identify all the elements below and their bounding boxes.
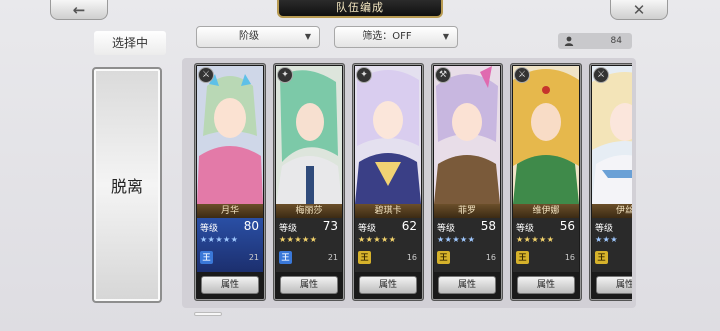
- character-card[interactable]: ⚒ 菲罗 等级 58 ★★★★★ 王 16 属性: [431, 63, 503, 301]
- character-name: 菲罗: [434, 204, 500, 218]
- card-list: ⚔ 月华 等级 80 ★★★★★ 王 21 属性 ✦ 梅丽莎 等级 73 ★★★…: [194, 63, 632, 303]
- level-label: 等级: [595, 224, 614, 234]
- character-portrait: [355, 66, 421, 204]
- close-icon: ✕: [632, 0, 646, 19]
- stats-panel: 等级 58 ★★★★★ 王 16: [434, 218, 500, 272]
- character-card[interactable]: ⚔ 月华 等级 80 ★★★★★ 王 21 属性: [194, 63, 266, 301]
- level-value: 58: [480, 219, 496, 233]
- attribute-button[interactable]: 属性: [359, 276, 417, 294]
- class-icon: 王: [358, 251, 371, 264]
- character-card[interactable]: ✦ 梅丽莎 等级 73 ★★★★★ 王 21 属性: [273, 63, 345, 301]
- weapon-icon: ✦: [277, 67, 293, 83]
- arrow-left-icon: ←: [72, 0, 86, 19]
- character-name: 梅丽莎: [276, 204, 342, 218]
- cost-value: 16: [406, 253, 417, 262]
- cost-value: 16: [564, 253, 575, 262]
- user-icon: [564, 36, 574, 46]
- filter-dropdown[interactable]: 筛选：OFF ▼: [334, 26, 458, 48]
- level-label: 等级: [437, 224, 456, 234]
- weapon-icon: ✦: [356, 67, 372, 83]
- level-label: 等级: [279, 224, 298, 234]
- character-name: 月华: [197, 204, 263, 218]
- filter-dropdown-label: 筛选：OFF: [362, 31, 412, 42]
- rank-dropdown-label: 阶级: [239, 31, 259, 42]
- weapon-icon: ⚔: [198, 67, 214, 83]
- stats-panel: 等级 ★★★ 王: [592, 218, 632, 272]
- character-card[interactable]: ✦ 碧琪卡 等级 62 ★★★★★ 王 16 属性: [352, 63, 424, 301]
- stats-panel: 等级 80 ★★★★★ 王 21: [197, 218, 263, 272]
- character-card[interactable]: ⚔ 伊丝 等级 ★★★ 王 属性: [589, 63, 632, 301]
- attribute-button[interactable]: 属性: [438, 276, 496, 294]
- level-value: 80: [243, 219, 259, 233]
- page-title: 队伍编成: [277, 0, 443, 18]
- character-name: 碧琪卡: [355, 204, 421, 218]
- stats-panel: 等级 73 ★★★★★ 王 21: [276, 218, 342, 272]
- level-value: 62: [401, 219, 417, 233]
- cost-value: 21: [327, 253, 338, 262]
- chevron-down-icon: ▼: [442, 32, 449, 41]
- rarity-stars: ★★★★★: [516, 235, 555, 244]
- character-portrait: [197, 66, 263, 204]
- class-icon: 王: [595, 251, 608, 264]
- character-portrait: [513, 66, 579, 204]
- character-card[interactable]: ⚔ 维伊娜 等级 56 ★★★★★ 王 16 属性: [510, 63, 582, 301]
- stats-panel: 等级 62 ★★★★★ 王 16: [355, 218, 421, 272]
- back-button[interactable]: ←: [50, 0, 108, 20]
- class-icon: 王: [516, 251, 529, 264]
- attribute-button[interactable]: 属性: [596, 276, 632, 294]
- weapon-icon: ⚔: [514, 67, 530, 83]
- level-value: 73: [322, 219, 338, 233]
- rarity-stars: ★★★★★: [358, 235, 397, 244]
- character-name: 维伊娜: [513, 204, 579, 218]
- close-button[interactable]: ✕: [610, 0, 668, 20]
- character-name: 伊丝: [592, 204, 632, 218]
- attribute-button[interactable]: 属性: [201, 276, 259, 294]
- unit-count: 84: [610, 36, 622, 46]
- class-icon: 王: [279, 251, 292, 264]
- rarity-stars: ★★★: [595, 235, 619, 244]
- class-icon: 王: [437, 251, 450, 264]
- chevron-down-icon: ▼: [304, 32, 311, 41]
- rarity-stars: ★★★★★: [200, 235, 239, 244]
- weapon-icon: ⚒: [435, 67, 451, 83]
- remove-label: 脱离: [110, 177, 143, 196]
- level-label: 等级: [200, 224, 219, 234]
- character-portrait: [276, 66, 342, 204]
- rarity-stars: ★★★★★: [279, 235, 318, 244]
- character-portrait: [592, 66, 632, 204]
- selecting-label: 选择中: [94, 31, 166, 55]
- rank-dropdown[interactable]: 阶级 ▼: [196, 26, 320, 48]
- top-bar: ← 队伍编成 ✕: [0, 0, 720, 22]
- cost-value: 21: [248, 253, 259, 262]
- horizontal-scrollbar[interactable]: [194, 312, 222, 316]
- attribute-button[interactable]: 属性: [517, 276, 575, 294]
- remove-button[interactable]: 脱离: [92, 67, 162, 303]
- level-label: 等级: [516, 224, 535, 234]
- character-portrait: [434, 66, 500, 204]
- cost-value: 16: [485, 253, 496, 262]
- unit-counter: 84: [558, 33, 632, 49]
- attribute-button[interactable]: 属性: [280, 276, 338, 294]
- class-icon: 王: [200, 251, 213, 264]
- level-value: 56: [559, 219, 575, 233]
- stats-panel: 等级 56 ★★★★★ 王 16: [513, 218, 579, 272]
- weapon-icon: ⚔: [593, 67, 609, 83]
- level-label: 等级: [358, 224, 377, 234]
- rarity-stars: ★★★★★: [437, 235, 476, 244]
